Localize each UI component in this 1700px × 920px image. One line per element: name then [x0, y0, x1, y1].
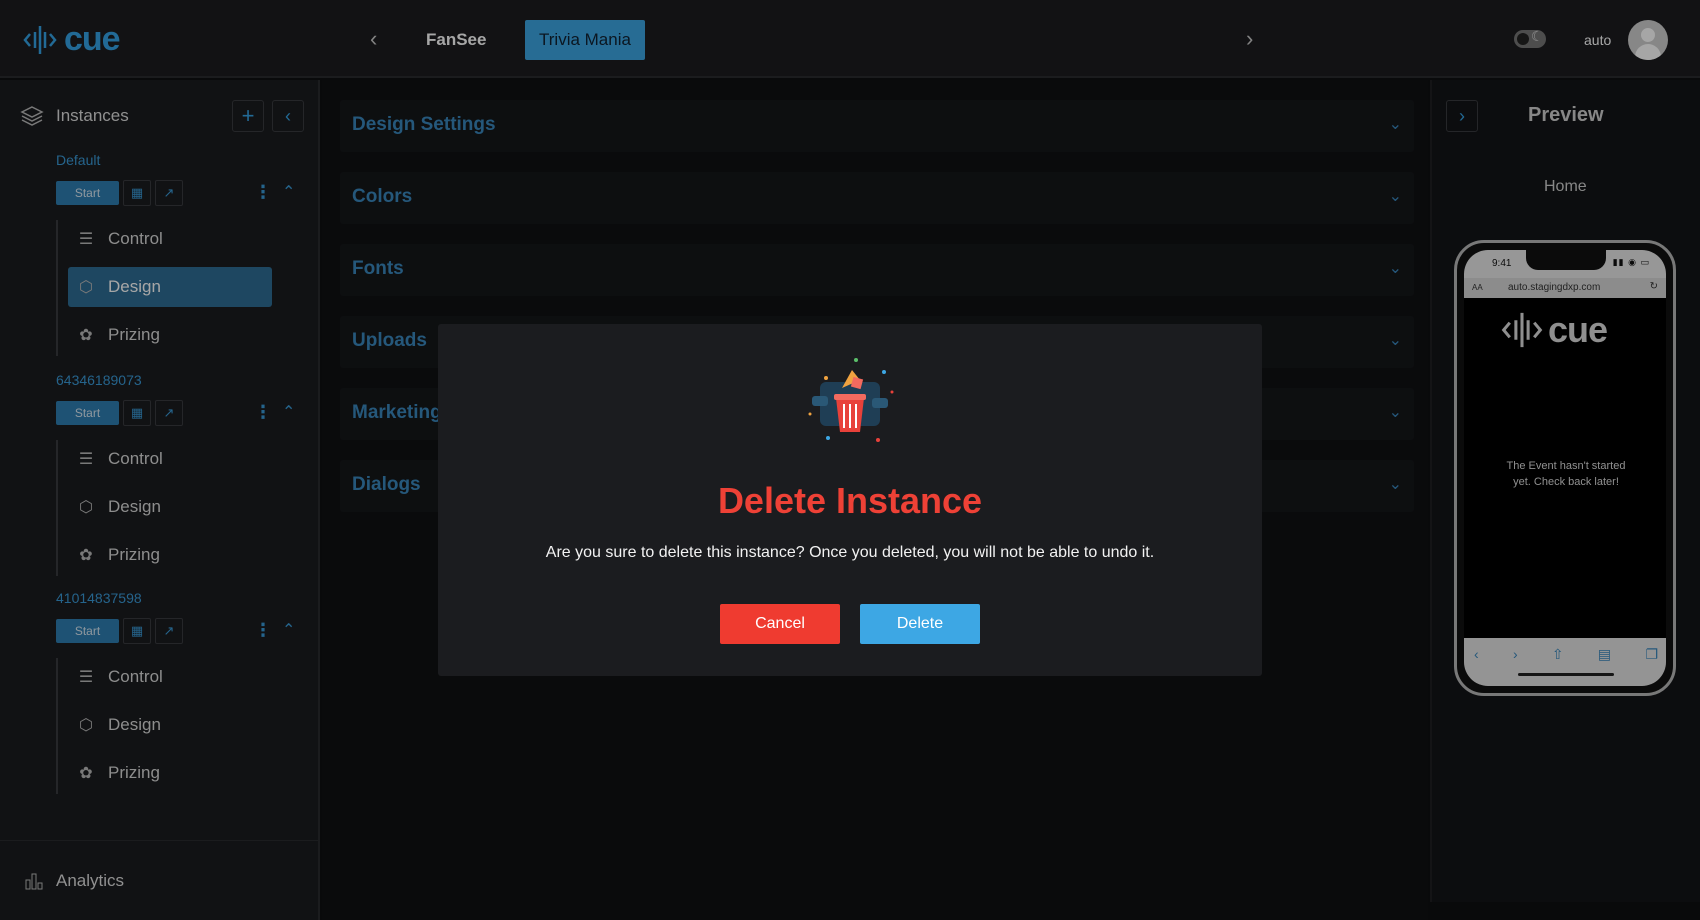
delete-button[interactable]: Delete — [860, 604, 980, 644]
trash-can-illustration-icon — [808, 358, 894, 442]
delete-instance-dialog: Delete Instance Are you sure to delete t… — [438, 324, 1262, 676]
cancel-button[interactable]: Cancel — [720, 604, 840, 644]
dialog-message: Are you sure to delete this instance? On… — [545, 544, 1155, 561]
dialog-title: Delete Instance — [717, 480, 983, 521]
